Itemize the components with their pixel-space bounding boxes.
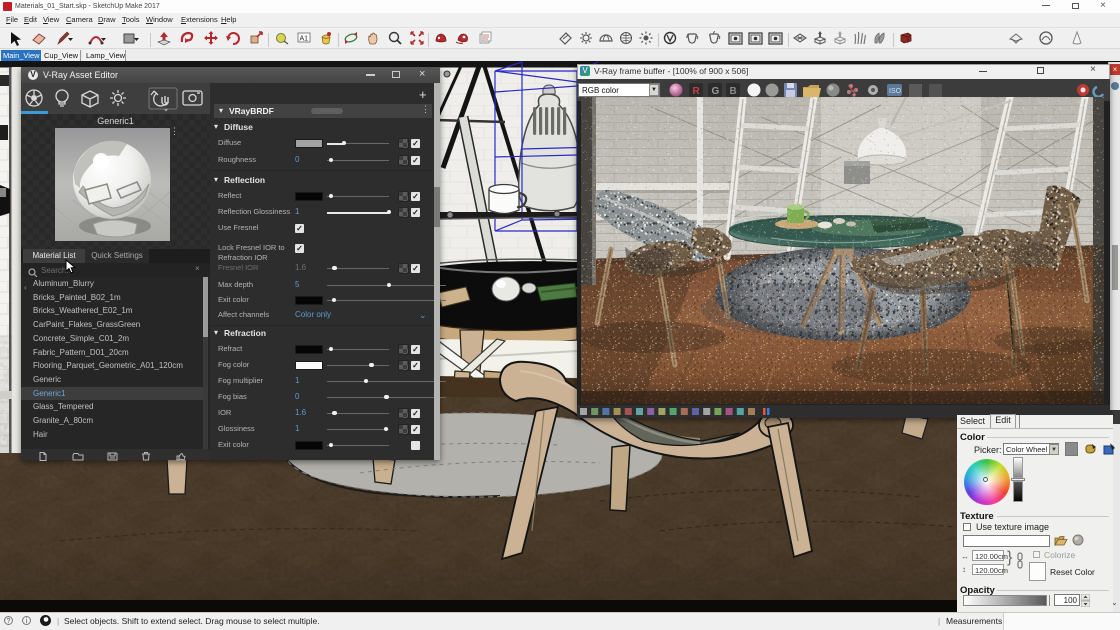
svg-text:A1: A1 bbox=[300, 36, 309, 43]
svg-text:B: B bbox=[730, 86, 737, 97]
svg-text:ISO: ISO bbox=[889, 88, 902, 95]
svg-text:G: G bbox=[712, 86, 720, 97]
svg-text:R: R bbox=[693, 86, 701, 97]
